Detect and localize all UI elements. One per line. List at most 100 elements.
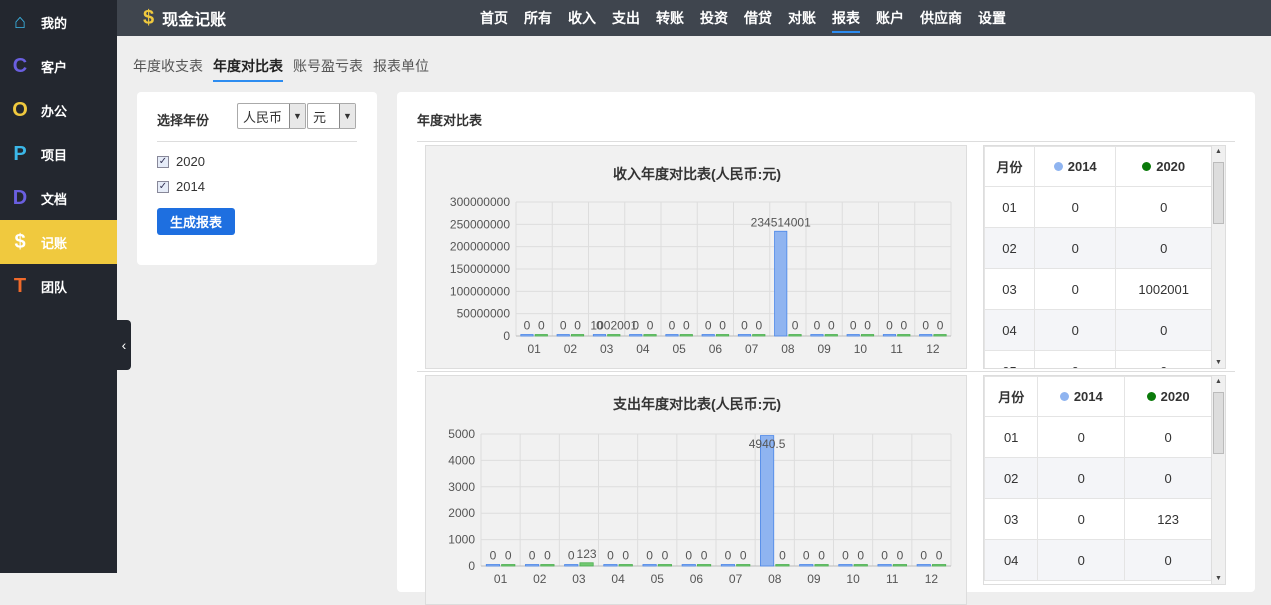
scroll-up-icon[interactable]: ▲ <box>1212 378 1225 385</box>
data-label: 0 <box>755 319 762 333</box>
scroll-thumb[interactable] <box>1213 162 1224 224</box>
sidebar-item-1[interactable]: C 客户 <box>0 44 117 88</box>
generate-report-button[interactable]: 生成报表 <box>157 208 235 235</box>
header-label: 月份 <box>996 160 1023 175</box>
table-cell: 03 <box>984 268 1036 310</box>
nav-item-9[interactable]: 账户 <box>876 0 904 36</box>
nav-item-5[interactable]: 投资 <box>700 0 728 36</box>
sidebar-item-5[interactable]: $ 记账 <box>0 220 117 264</box>
table-row: 03 0 123 <box>984 498 1212 540</box>
bar-2020-10 <box>860 334 875 337</box>
sidebar-item-3[interactable]: P 项目 <box>0 132 117 176</box>
table-cell: 0 <box>1037 498 1126 540</box>
subtab-3[interactable]: 报表单位 <box>373 56 429 82</box>
scrollbar[interactable]: ▲ ▼ <box>1211 376 1225 584</box>
data-label: 0 <box>936 549 943 563</box>
brand: $ 现金记账 <box>143 6 226 30</box>
sidebar-item-6[interactable]: T 团队 <box>0 264 117 308</box>
data-label: 0 <box>828 319 835 333</box>
report-tabs: 年度收支表 年度对比表 账号盈亏表 报表单位 <box>133 56 439 82</box>
x-tick-label: 07 <box>729 572 743 586</box>
scroll-down-icon[interactable]: ▼ <box>1212 359 1225 366</box>
bar-2014-02 <box>525 564 540 567</box>
subtab-1[interactable]: 年度对比表 <box>213 56 283 82</box>
t-letter-icon: T <box>13 274 27 297</box>
bar-2014-10 <box>846 334 860 337</box>
data-label: 0 <box>937 319 944 333</box>
bar-2014-08 <box>774 230 788 337</box>
data-label: 0 <box>685 549 692 563</box>
sidebar-item-2[interactable]: O 办公 <box>0 88 117 132</box>
unit-select[interactable]: 元 ▼ <box>307 103 356 129</box>
data-label: 0 <box>622 549 629 563</box>
subtab-0[interactable]: 年度收支表 <box>133 56 203 82</box>
sidebar-item-0[interactable]: ⌂ 我的 <box>0 0 117 44</box>
main-nav: 首页 所有 收入 支出 转账 投资 借贷 对账 报表 账户 供应商 设置 <box>472 0 1014 36</box>
bar-2020-04 <box>643 334 657 337</box>
bar-2014-06 <box>701 334 715 337</box>
bar-2020-06 <box>715 334 730 337</box>
bar-2014-09 <box>810 334 824 337</box>
nav-item-8[interactable]: 报表 <box>832 0 860 36</box>
y-tick-label: 300000000 <box>450 195 510 209</box>
x-tick-label: 05 <box>651 572 665 586</box>
table-header-row: 月份 2014 2020 <box>984 376 1212 417</box>
dropdown-arrow-icon: ▼ <box>339 104 355 128</box>
scroll-down-icon[interactable]: ▼ <box>1212 575 1225 582</box>
bar-2014-03 <box>592 334 607 337</box>
collapse-sidebar-button[interactable]: ‹ <box>117 320 131 370</box>
year-checkbox-2020[interactable]: ✓ 2020 <box>157 154 205 169</box>
sidebar-item-4[interactable]: D 文档 <box>0 176 117 220</box>
table-row: 02 0 0 <box>984 227 1212 269</box>
data-label: 0 <box>544 549 551 563</box>
nav-item-11[interactable]: 设置 <box>978 0 1006 36</box>
data-label: 0 <box>505 549 512 563</box>
data-label: 0 <box>886 319 893 333</box>
data-label: 0 <box>560 319 567 333</box>
data-label: 0 <box>818 549 825 563</box>
checkbox-label: 2014 <box>176 179 205 194</box>
nav-item-0[interactable]: 首页 <box>480 0 508 36</box>
nav-item-3[interactable]: 支出 <box>612 0 640 36</box>
scroll-up-icon[interactable]: ▲ <box>1212 148 1225 155</box>
data-label: 0 <box>568 549 575 563</box>
scrollbar[interactable]: ▲ ▼ <box>1211 146 1225 368</box>
y-tick-label: 50000000 <box>457 307 511 321</box>
currency-select[interactable]: 人民币 ▼ <box>237 103 306 129</box>
data-label: 0 <box>538 319 545 333</box>
data-label: 0 <box>814 319 821 333</box>
table-cell: 05 <box>984 350 1036 368</box>
table-cell: 0 <box>1034 350 1117 368</box>
x-tick-label: 04 <box>636 342 650 356</box>
data-label: 4940.5 <box>749 437 786 451</box>
nav-item-4[interactable]: 转账 <box>656 0 684 36</box>
c-letter-icon: C <box>12 54 28 77</box>
x-tick-label: 12 <box>926 342 940 356</box>
data-label: 0 <box>683 319 690 333</box>
legend-dot-icon <box>1146 392 1156 401</box>
x-tick-label: 01 <box>494 572 508 586</box>
data-label: 0 <box>646 549 653 563</box>
x-tick-label: 06 <box>690 572 704 586</box>
nav-item-7[interactable]: 对账 <box>788 0 816 36</box>
table-row: 03 0 1002001 <box>984 268 1212 310</box>
nav-item-1[interactable]: 所有 <box>524 0 552 36</box>
table-cell: 0 <box>1124 416 1212 458</box>
scroll-thumb[interactable] <box>1213 392 1224 454</box>
x-tick-label: 03 <box>600 342 614 356</box>
nav-item-6[interactable]: 借贷 <box>744 0 772 36</box>
data-label: 0 <box>574 319 581 333</box>
header-label: 2014 <box>1073 389 1103 404</box>
data-label: 0 <box>701 549 708 563</box>
x-tick-label: 09 <box>807 572 821 586</box>
year-checkbox-2014[interactable]: ✓ 2014 <box>157 179 205 194</box>
bar-2014-09 <box>799 564 814 567</box>
bar-2020-11 <box>892 564 907 567</box>
data-label: 0 <box>740 549 747 563</box>
unit-value: 元 <box>313 109 327 125</box>
nav-item-2[interactable]: 收入 <box>568 0 596 36</box>
subtab-2[interactable]: 账号盈亏表 <box>293 56 363 82</box>
table-cell: 04 <box>984 309 1036 351</box>
nav-item-10[interactable]: 供应商 <box>920 0 962 36</box>
sidebar-item-label: 我的 <box>41 15 68 31</box>
